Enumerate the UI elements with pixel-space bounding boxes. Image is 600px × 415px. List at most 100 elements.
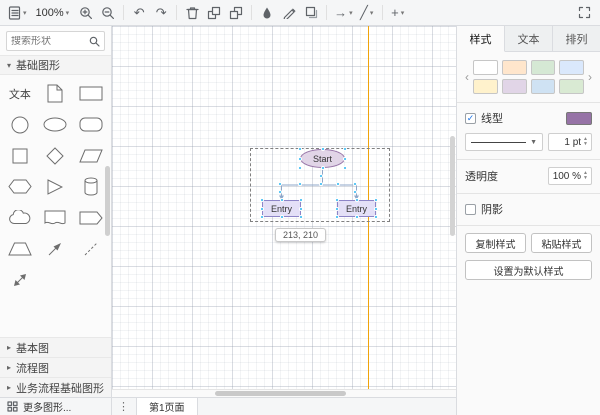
shape-trapezoid[interactable] bbox=[2, 233, 38, 264]
vertical-scrollbar[interactable] bbox=[449, 26, 456, 389]
more-shapes-button[interactable]: 更多图形... bbox=[0, 397, 111, 415]
opacity-input[interactable]: 100 % ▲▼ bbox=[548, 167, 592, 185]
page-tab[interactable]: 第1页面 bbox=[136, 398, 198, 415]
edge-handle[interactable] bbox=[336, 182, 340, 186]
stepper-icon[interactable]: ▲▼ bbox=[583, 171, 588, 181]
fit-page-button[interactable] bbox=[574, 3, 594, 23]
shape-arrow[interactable] bbox=[38, 233, 74, 264]
zoom-out-icon bbox=[101, 6, 115, 20]
style-panel-body: ‹ › ✓ 线型 bbox=[457, 52, 600, 288]
tab-text[interactable]: 文本 bbox=[505, 26, 553, 51]
edge-handle[interactable] bbox=[278, 182, 282, 186]
set-default-style-button[interactable]: 设置为默认样式 bbox=[465, 260, 592, 280]
sidebar-scrollbar[interactable] bbox=[104, 56, 111, 397]
shape-text[interactable]: 文本 bbox=[2, 78, 38, 109]
search-input[interactable] bbox=[11, 36, 87, 47]
section-basic-diagram[interactable]: ▸基本图 bbox=[0, 337, 111, 357]
section-bpmn[interactable]: ▸业务流程基础图形 bbox=[0, 377, 111, 397]
shape-cloud[interactable] bbox=[2, 202, 38, 233]
undo-button[interactable]: ↶ bbox=[129, 3, 149, 23]
shape-square[interactable] bbox=[2, 140, 38, 171]
line-color-button[interactable] bbox=[566, 112, 592, 125]
line-preview bbox=[471, 142, 526, 143]
scrollbar-thumb[interactable] bbox=[450, 136, 455, 236]
style-swatch[interactable] bbox=[473, 79, 498, 94]
style-swatch[interactable] bbox=[559, 79, 584, 94]
page-footer: ⋮ 第1页面 bbox=[112, 397, 456, 415]
toolbar-separator bbox=[251, 5, 252, 20]
line-width-input[interactable]: 1 pt ▲▼ bbox=[548, 133, 592, 151]
waypoints-button[interactable]: ╱▾ bbox=[357, 3, 377, 23]
chevron-down-icon: ▾ bbox=[370, 9, 374, 17]
shape-triangle[interactable] bbox=[38, 171, 74, 202]
undo-icon: ↶ bbox=[134, 5, 145, 21]
scrollbar-thumb[interactable] bbox=[105, 166, 110, 236]
copy-style-button[interactable]: 复制样式 bbox=[465, 233, 526, 253]
collapsed-sections: ▸基本图 ▸流程图 ▸业务流程基础图形 bbox=[0, 337, 111, 397]
edit-style-button[interactable] bbox=[279, 3, 299, 23]
swatch-prev-icon[interactable]: ‹ bbox=[465, 71, 469, 83]
shape-hexagon[interactable] bbox=[2, 171, 38, 202]
toolbar-separator bbox=[382, 5, 383, 20]
chevron-right-icon: ▸ bbox=[7, 383, 11, 392]
line-style-row: ▼ 1 pt ▲▼ bbox=[465, 133, 592, 151]
shape-diamond[interactable] bbox=[38, 140, 74, 171]
node-entry-right[interactable]: Entry bbox=[337, 200, 376, 217]
toolbar-separator bbox=[123, 5, 124, 20]
to-front-icon bbox=[207, 6, 221, 20]
to-back-button[interactable] bbox=[226, 3, 246, 23]
shadow-button[interactable] bbox=[301, 3, 321, 23]
style-swatch[interactable] bbox=[559, 60, 584, 75]
edge-handle[interactable] bbox=[353, 182, 357, 186]
diagram-button[interactable]: ▾ bbox=[6, 3, 29, 23]
tab-arrange[interactable]: 排列 bbox=[553, 26, 600, 51]
search-row bbox=[0, 26, 111, 55]
delete-button[interactable] bbox=[182, 3, 202, 23]
line-style-dropdown[interactable]: ▼ bbox=[465, 133, 543, 151]
edge-handle[interactable] bbox=[353, 190, 357, 194]
section-flowchart[interactable]: ▸流程图 bbox=[0, 357, 111, 377]
connection-button[interactable]: →▾ bbox=[332, 3, 355, 23]
redo-button[interactable]: ↷ bbox=[151, 3, 171, 23]
zoom-in-button[interactable] bbox=[76, 3, 96, 23]
edge-handle[interactable] bbox=[319, 182, 323, 186]
shape-document[interactable] bbox=[38, 202, 74, 233]
tab-style[interactable]: 样式 bbox=[457, 26, 505, 52]
zoom-dropdown[interactable]: 100% ▾ bbox=[31, 3, 75, 23]
style-swatch[interactable] bbox=[502, 79, 527, 94]
edge-handle[interactable] bbox=[319, 174, 323, 178]
stepper-icon[interactable]: ▲▼ bbox=[583, 137, 588, 147]
scrollbar-thumb[interactable] bbox=[215, 391, 346, 396]
node-start[interactable]: Start bbox=[300, 149, 345, 168]
divider bbox=[457, 102, 600, 103]
style-swatch[interactable] bbox=[531, 60, 556, 75]
empty-cell bbox=[38, 264, 74, 295]
zoom-out-button[interactable] bbox=[98, 3, 118, 23]
shape-ellipse[interactable] bbox=[38, 109, 74, 140]
line-icon: ╱ bbox=[360, 5, 368, 21]
edge-handle[interactable] bbox=[278, 190, 282, 194]
style-swatch[interactable] bbox=[531, 79, 556, 94]
horizontal-scrollbar[interactable] bbox=[112, 389, 456, 397]
fill-color-button[interactable] bbox=[257, 3, 277, 23]
shape-bidirectional-arrow[interactable] bbox=[2, 264, 38, 295]
style-swatch[interactable] bbox=[502, 60, 527, 75]
shape-circle[interactable] bbox=[2, 109, 38, 140]
line-checkbox[interactable]: ✓ bbox=[465, 113, 476, 124]
style-swatch[interactable] bbox=[473, 60, 498, 75]
edge-handle[interactable] bbox=[298, 182, 302, 186]
pages-menu-icon[interactable]: ⋮ bbox=[115, 400, 132, 413]
opacity-row: 透明度 100 % ▲▼ bbox=[465, 167, 592, 185]
insert-button[interactable]: +▾ bbox=[388, 3, 408, 23]
to-front-button[interactable] bbox=[204, 3, 224, 23]
section-basic-shapes[interactable]: ▾ 基础图形 bbox=[0, 55, 111, 75]
chevron-down-icon: ▼ bbox=[530, 139, 537, 146]
toolbar: ▾ 100% ▾ ↶ ↷ bbox=[0, 0, 600, 26]
canvas[interactable]: Start Entry Entry 21 bbox=[112, 26, 456, 389]
node-entry-left[interactable]: Entry bbox=[262, 200, 301, 217]
chevron-right-icon: ▸ bbox=[7, 343, 11, 352]
paste-style-button[interactable]: 粘贴样式 bbox=[531, 233, 592, 253]
shadow-checkbox[interactable] bbox=[465, 204, 476, 215]
swatch-next-icon[interactable]: › bbox=[588, 71, 592, 83]
shape-note[interactable] bbox=[38, 78, 74, 109]
